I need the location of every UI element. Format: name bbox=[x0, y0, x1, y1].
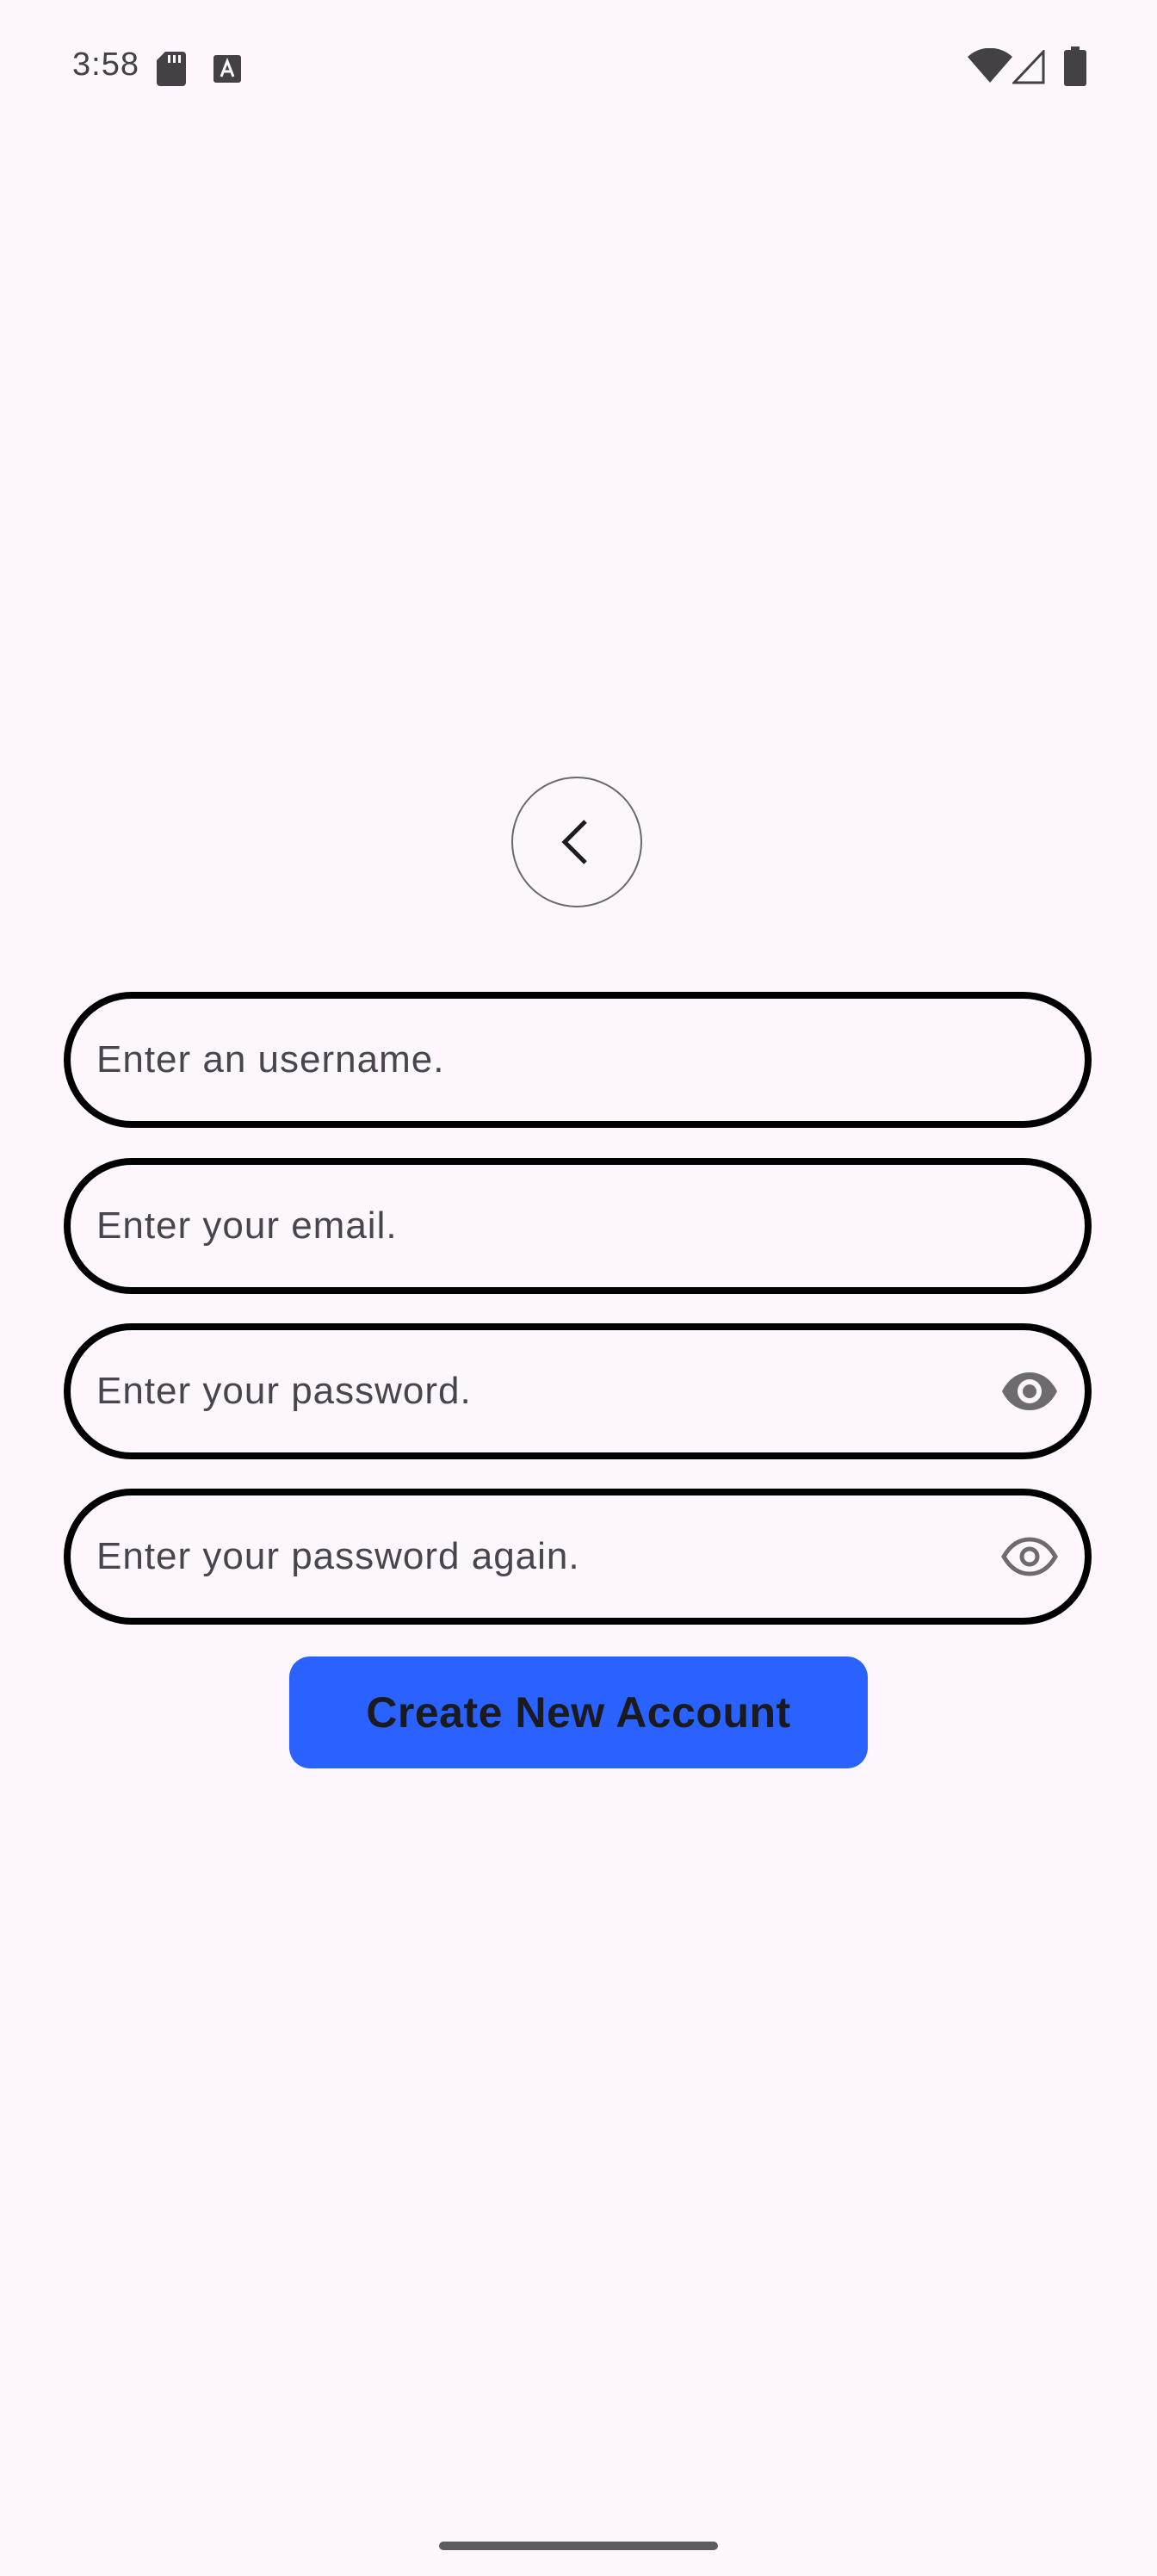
password-field[interactable] bbox=[64, 1323, 1092, 1459]
text-a-icon bbox=[213, 55, 241, 83]
username-input[interactable] bbox=[96, 999, 957, 1121]
email-field[interactable] bbox=[64, 1158, 1092, 1294]
create-account-button[interactable]: Create New Account bbox=[289, 1656, 868, 1768]
confirm-password-field[interactable] bbox=[64, 1489, 1092, 1625]
wifi-icon bbox=[968, 48, 1012, 83]
cell-signal-icon bbox=[1012, 50, 1045, 84]
username-field[interactable] bbox=[64, 992, 1092, 1128]
email-input[interactable] bbox=[96, 1165, 957, 1287]
confirm-password-input[interactable] bbox=[96, 1495, 957, 1618]
sd-card-icon bbox=[157, 52, 186, 86]
password-input[interactable] bbox=[96, 1330, 957, 1452]
eye-icon bbox=[1001, 1537, 1058, 1576]
home-indicator[interactable] bbox=[439, 2542, 718, 2550]
back-button[interactable] bbox=[511, 777, 642, 907]
status-bar: 3:58 bbox=[0, 0, 1157, 138]
status-time: 3:58 bbox=[72, 46, 139, 83]
eye-icon bbox=[1002, 1372, 1057, 1410]
battery-icon bbox=[1064, 46, 1086, 86]
confirm-password-visibility-toggle[interactable] bbox=[1000, 1527, 1059, 1586]
chevron-left-icon bbox=[561, 820, 587, 864]
password-visibility-toggle[interactable] bbox=[1000, 1362, 1059, 1421]
